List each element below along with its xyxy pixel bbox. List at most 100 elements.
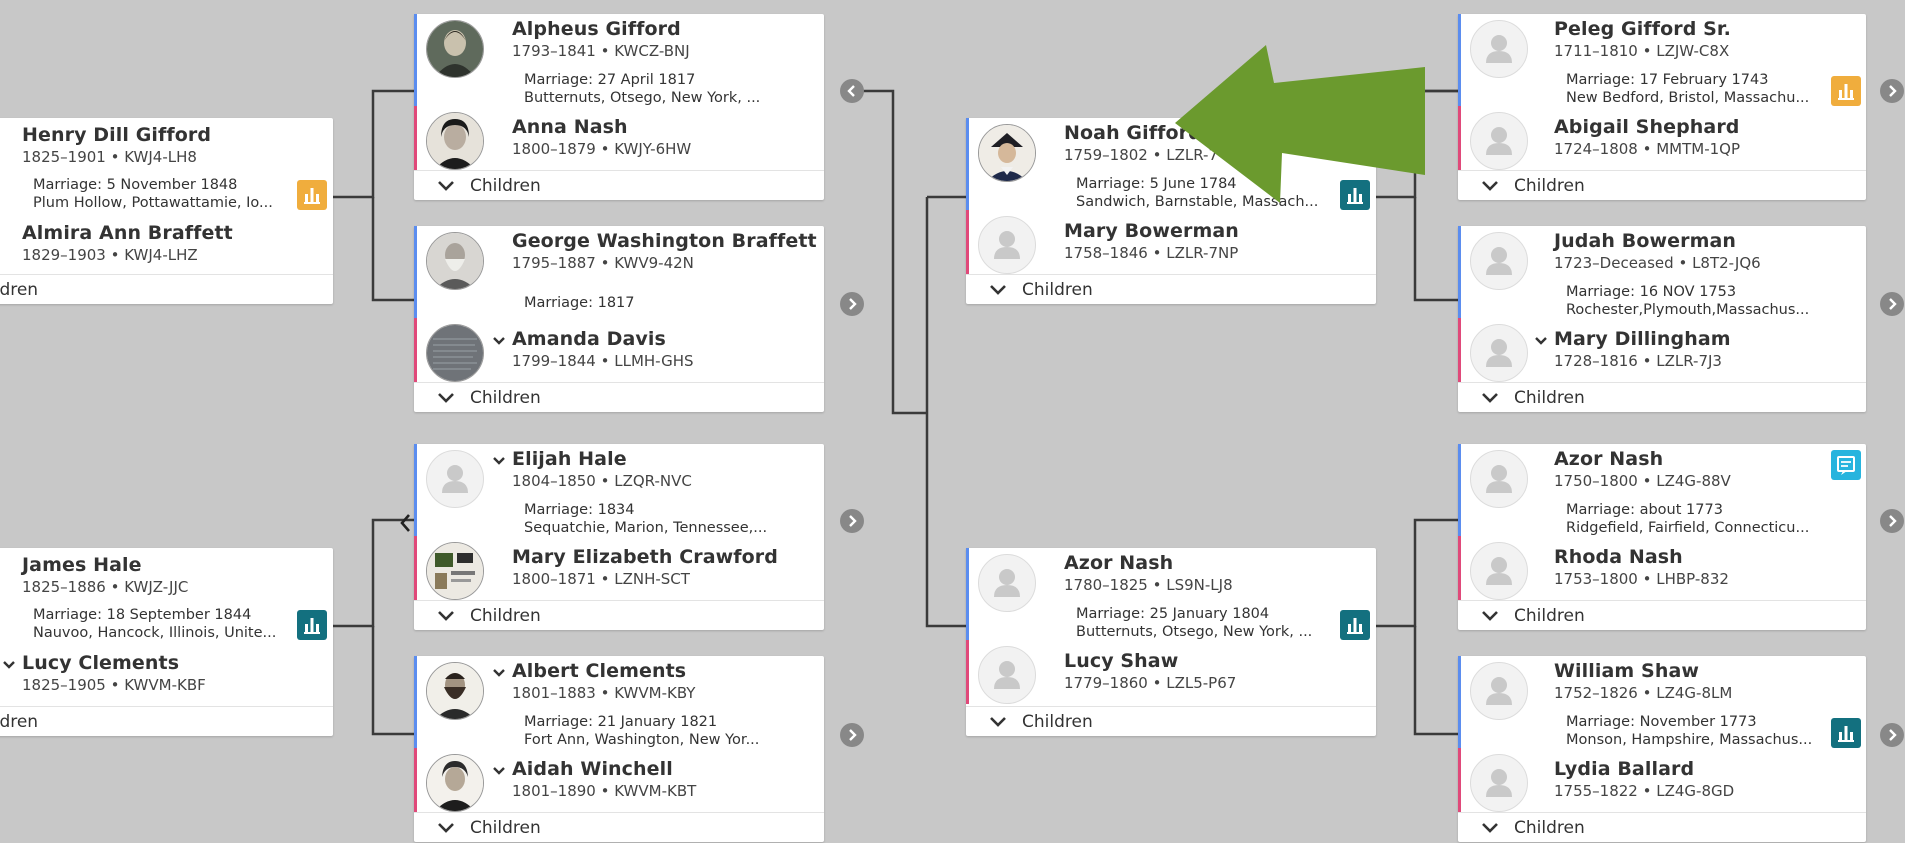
person-placeholder-icon[interactable]	[1470, 754, 1528, 812]
husband-name[interactable]: Peleg Gifford Sr.	[1554, 18, 1731, 40]
temple-orange-icon[interactable]	[297, 180, 327, 210]
person-placeholder-icon[interactable]	[1470, 450, 1528, 508]
wife-name[interactable]: Mary Dillingham	[1554, 328, 1731, 350]
family-card-judah[interactable]: Judah Bowerman 1723–Deceased • L8T2-JQ6 …	[1458, 226, 1866, 412]
wife-name[interactable]: Lucy Shaw	[1064, 650, 1178, 672]
husband-name[interactable]: Judah Bowerman	[1554, 230, 1736, 252]
family-card-elijah[interactable]: Elijah Hale 1804–1850 • LZQR-NVC Marriag…	[414, 444, 824, 630]
wife-name[interactable]: Abigail Shephard	[1554, 116, 1740, 138]
marriage-date: Marriage: 1817	[524, 295, 635, 311]
chevron-down-icon[interactable]	[492, 666, 506, 680]
family-card-azor-nash-1750[interactable]: Azor Nash 1750–1800 • LZ4G-88V Marriage:…	[1458, 444, 1866, 630]
marriage-date: Marriage: 16 NOV 1753	[1566, 284, 1737, 300]
person-placeholder-icon[interactable]	[1470, 542, 1528, 600]
wife-name[interactable]: Aidah Winchell	[512, 758, 673, 780]
marriage-place: Nauvoo, Hancock, Illinois, Unite...	[33, 625, 277, 641]
person-placeholder-icon[interactable]	[1470, 662, 1528, 720]
temple-teal-icon[interactable]	[1831, 718, 1861, 748]
portrait-photo-icon[interactable]	[426, 20, 484, 78]
temple-teal-icon[interactable]	[1340, 180, 1370, 210]
record-hint-icon[interactable]	[1831, 450, 1861, 480]
temple-orange-icon[interactable]	[1831, 76, 1861, 106]
expand-ancestors-button[interactable]	[840, 509, 864, 533]
marriage-date: Marriage: 18 September 1844	[33, 607, 252, 623]
family-card-henry[interactable]: Henry Dill Gifford 1825–1901 • KWJ4-LH8 …	[0, 118, 333, 304]
wife-name[interactable]: Mary Elizabeth Crawford	[512, 546, 778, 568]
family-card-peleg[interactable]: Peleg Gifford Sr. 1711–1810 • LZJW-C8X M…	[1458, 14, 1866, 200]
wife-name[interactable]: Rhoda Nash	[1554, 546, 1683, 568]
husband-name[interactable]: Azor Nash	[1554, 448, 1663, 470]
wife-name[interactable]: Amanda Davis	[512, 328, 666, 350]
wife-name[interactable]: Lucy Clements	[22, 652, 179, 674]
wife-dates: 1779–1860 • LZL5-P67	[1064, 674, 1237, 692]
family-card-james[interactable]: James Hale 1825–1886 • KWJZ-JJC Marriage…	[0, 548, 333, 736]
husband-name[interactable]: William Shaw	[1554, 660, 1699, 682]
family-card-noah[interactable]: Noah Gifford 1759–1802 • LZLR-7 Marriage…	[966, 118, 1376, 304]
person-placeholder-icon[interactable]	[1470, 20, 1528, 78]
expand-ancestors-button[interactable]	[840, 292, 864, 316]
husband-name[interactable]: James Hale	[22, 554, 142, 576]
portrait-photo-icon[interactable]	[426, 662, 484, 720]
husband-name[interactable]: Albert Clements	[512, 660, 686, 682]
husband-name[interactable]: Elijah Hale	[512, 448, 627, 470]
family-card-william[interactable]: William Shaw 1752–1826 • LZ4G-8LM Marria…	[1458, 656, 1866, 842]
husband-name[interactable]: George Washington Braffett	[512, 230, 817, 252]
children-toggle[interactable]: Children	[966, 274, 1376, 305]
children-toggle[interactable]: Children	[414, 170, 824, 201]
family-card-albert[interactable]: Albert Clements 1801–1883 • KWVM-KBY Mar…	[414, 656, 824, 842]
children-toggle[interactable]: Children	[414, 382, 824, 413]
family-card-george[interactable]: George Washington Braffett 1795–1887 • K…	[414, 226, 824, 412]
person-placeholder-icon[interactable]	[978, 554, 1036, 612]
chevron-down-icon[interactable]	[492, 334, 506, 348]
children-toggle[interactable]: Children	[1458, 170, 1866, 201]
expand-ancestors-button[interactable]	[1880, 292, 1904, 316]
expand-ancestors-button[interactable]	[1880, 509, 1904, 533]
wife-name[interactable]: Lydia Ballard	[1554, 758, 1694, 780]
person-placeholder-icon[interactable]	[1470, 324, 1528, 382]
person-placeholder-icon[interactable]	[978, 646, 1036, 704]
children-toggle[interactable]: Children	[414, 812, 824, 843]
chevron-left-icon[interactable]	[398, 512, 412, 534]
marriage-place: Butternuts, Otsego, New York, ...	[1076, 624, 1313, 640]
children-toggle[interactable]: Children	[1458, 382, 1866, 413]
children-toggle[interactable]: ildren	[0, 274, 333, 305]
pedigree-tree-canvas[interactable]: Henry Dill Gifford 1825–1901 • KWJ4-LH8 …	[0, 0, 1905, 842]
husband-name[interactable]: Alpheus Gifford	[512, 18, 681, 40]
children-toggle[interactable]: Children	[414, 600, 824, 631]
wife-color-bar	[414, 748, 417, 812]
family-card-alpheus[interactable]: Alpheus Gifford 1793–1841 • KWCZ-BNJ Mar…	[414, 14, 824, 200]
document-photo-icon[interactable]	[426, 542, 484, 600]
collapse-ancestors-button[interactable]	[840, 79, 864, 103]
person-placeholder-icon[interactable]	[426, 450, 484, 508]
husband-name[interactable]: Azor Nash	[1064, 552, 1173, 574]
family-card-azor-nash-1780[interactable]: Azor Nash 1780–1825 • LS9N-LJ8 Marriage:…	[966, 548, 1376, 736]
wife-name[interactable]: Anna Nash	[512, 116, 628, 138]
chevron-down-icon[interactable]	[492, 454, 506, 468]
marriage-date: Marriage: 17 February 1743	[1566, 72, 1769, 88]
temple-teal-icon[interactable]	[1340, 610, 1370, 640]
children-toggle[interactable]: Children	[966, 706, 1376, 737]
chevron-down-icon[interactable]	[1534, 334, 1548, 348]
expand-ancestors-button[interactable]	[1880, 723, 1904, 747]
children-toggle[interactable]: Children	[1458, 600, 1866, 631]
husband-name[interactable]: Henry Dill Gifford	[22, 124, 211, 146]
husband-dates: 1752–1826 • LZ4G-8LM	[1554, 684, 1733, 702]
children-toggle[interactable]: Children	[1458, 812, 1866, 843]
person-placeholder-icon[interactable]	[1470, 112, 1528, 170]
chevron-down-icon[interactable]	[2, 658, 16, 672]
person-placeholder-icon[interactable]	[1470, 232, 1528, 290]
chevron-down-icon[interactable]	[492, 764, 506, 778]
wife-name[interactable]: Almira Ann Braffett	[22, 222, 233, 244]
portrait-photo-icon[interactable]	[426, 112, 484, 170]
expand-ancestors-button[interactable]	[840, 723, 864, 747]
wife-name[interactable]: Mary Bowerman	[1064, 220, 1239, 242]
portrait-photo-icon[interactable]	[426, 754, 484, 812]
husband-name[interactable]: Noah Gifford	[1064, 122, 1202, 144]
temple-teal-icon[interactable]	[297, 610, 327, 640]
expand-ancestors-button[interactable]	[1880, 79, 1904, 103]
children-toggle[interactable]: ildren	[0, 706, 333, 737]
person-placeholder-icon[interactable]	[978, 216, 1036, 274]
document-photo-icon[interactable]	[426, 324, 484, 382]
portrait-photo-icon[interactable]	[978, 124, 1036, 182]
portrait-photo-icon[interactable]	[426, 232, 484, 290]
